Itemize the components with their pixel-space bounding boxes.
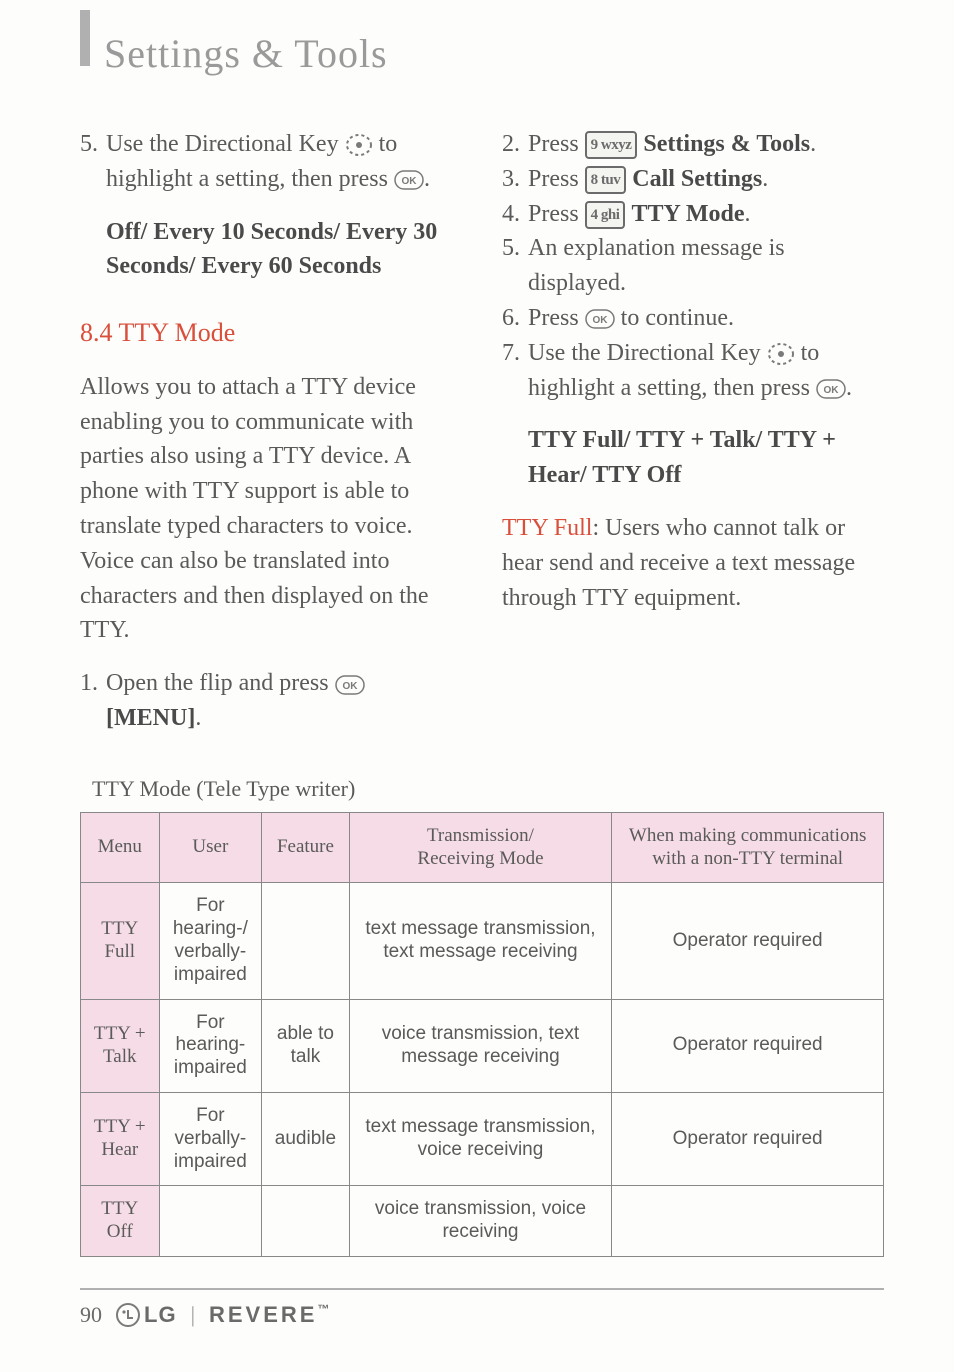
tty-intro-paragraph: Allows you to attach a TTY device enabli… (80, 370, 462, 648)
page-number: 90 (80, 1302, 102, 1328)
tty-mode-table: Menu User Feature Transmission/ Receivin… (80, 812, 884, 1257)
body-text: Press (528, 305, 579, 331)
col-user: User (159, 812, 262, 883)
svg-text:OK: OK (823, 385, 839, 396)
cell-feature (262, 883, 350, 999)
page-title: Settings & Tools (104, 30, 884, 77)
ok-key-icon: OK (585, 309, 615, 329)
section-heading: 8.4 TTY Mode (80, 314, 462, 352)
ok-key-icon: OK (394, 170, 424, 190)
step-number: 6. (502, 301, 520, 336)
period: . (846, 375, 852, 401)
body-text: Open the flip and press (106, 670, 329, 696)
body-text: Press (528, 166, 579, 192)
step-3: 3. Press 8 tuv Call Settings. (502, 162, 884, 197)
period: . (745, 201, 751, 227)
cell-mode: text message transmission, text message … (349, 883, 612, 999)
directional-key-icon (767, 342, 795, 366)
cell-mode: voice transmission, voice receiving (349, 1186, 612, 1257)
options-list: TTY Full/ TTY + Talk/ TTY + Hear/ TTY Of… (528, 423, 884, 493)
ok-key-icon: OK (816, 379, 846, 399)
table-row: TTY Full For hearing-/ verbally- impaire… (81, 883, 884, 999)
options-list: Off/ Every 10 Seconds/ Every 30 Seconds/… (106, 215, 462, 285)
cell-op: Operator required (612, 999, 884, 1092)
right-column: 2. Press 9 wxyz Settings & Tools. 3. Pre… (502, 127, 884, 736)
cell-feature: audible (262, 1093, 350, 1186)
col-feature: Feature (262, 812, 350, 883)
directional-key-icon (345, 133, 373, 157)
key-4-icon: 4 ghi (585, 201, 626, 229)
step-4: 4. Press 4 ghi TTY Mode. (502, 197, 884, 232)
cell-feature (262, 1186, 350, 1257)
period: . (762, 166, 768, 192)
table-row: TTY + Talk For hearing- impaired able to… (81, 999, 884, 1092)
svg-text:OK: OK (401, 176, 417, 187)
period: . (810, 131, 816, 157)
svg-text:OK: OK (592, 315, 608, 326)
body-text: Use the Directional Key (106, 131, 339, 157)
step-2: 2. Press 9 wxyz Settings & Tools. (502, 127, 884, 162)
col-operator: When making communications with a non-TT… (612, 812, 884, 883)
cell-op (612, 1186, 884, 1257)
table-row: TTY + Hear For verbally- impaired audibl… (81, 1093, 884, 1186)
lg-text: LG (144, 1302, 177, 1328)
cell-op: Operator required (612, 883, 884, 999)
tty-full-label: TTY Full (502, 515, 592, 541)
cell-user: For verbally- impaired (159, 1093, 262, 1186)
period: . (195, 705, 201, 731)
body-text: Press (528, 201, 579, 227)
cell-feature: able to talk (262, 999, 350, 1092)
menu-name: Call Settings (632, 166, 762, 192)
step-number: 4. (502, 197, 520, 232)
key-9-icon: 9 wxyz (585, 131, 638, 159)
step-5-left: 5. Use the Directional Key to highlight … (80, 127, 462, 302)
table-row: TTY Off voice transmission, voice receiv… (81, 1186, 884, 1257)
table-header-row: Menu User Feature Transmission/ Receivin… (81, 812, 884, 883)
step-number: 2. (502, 127, 520, 162)
step-1: 1. Open the flip and press OK [MENU]. (80, 666, 462, 736)
body-text: Use the Directional Key (528, 340, 761, 366)
step-number: 5. (80, 127, 98, 302)
header-accent-bar (80, 10, 90, 66)
step-7: 7. Use the Directional Key to highlight … (502, 336, 884, 511)
step-6: 6. Press OK to continue. (502, 301, 884, 336)
period: . (424, 166, 430, 192)
body-text: An explanation message is displayed. (528, 235, 785, 296)
body-text: to continue. (621, 305, 734, 331)
body-text: Press (528, 131, 579, 157)
menu-name: Settings & Tools (643, 131, 810, 157)
left-column: 5. Use the Directional Key to highlight … (80, 127, 462, 736)
page-footer: 90 LG | REVERE™ (80, 1288, 884, 1328)
step-number: 7. (502, 336, 520, 511)
svg-text:OK: OK (342, 681, 358, 692)
menu-label: [MENU] (106, 705, 195, 731)
key-8-icon: 8 tuv (585, 166, 627, 194)
cell-menu: TTY + Talk (81, 999, 160, 1092)
revere-logo: REVERE™ (209, 1302, 332, 1328)
table-caption: TTY Mode (Tele Type writer) (92, 776, 884, 802)
col-mode: Transmission/ Receiving Mode (349, 812, 612, 883)
step-5-right: 5. An explanation message is displayed. (502, 231, 884, 301)
cell-user: For hearing-/ verbally- impaired (159, 883, 262, 999)
two-column-layout: 5. Use the Directional Key to highlight … (80, 127, 884, 736)
cell-user (159, 1186, 262, 1257)
separator: | (191, 1302, 195, 1328)
cell-menu: TTY Full (81, 883, 160, 999)
lg-logo: LG (116, 1302, 177, 1328)
col-menu: Menu (81, 812, 160, 883)
step-number: 3. (502, 162, 520, 197)
tty-full-description: TTY Full: Users who cannot talk or hear … (502, 511, 884, 615)
cell-menu: TTY Off (81, 1186, 160, 1257)
menu-name: TTY Mode (631, 201, 744, 227)
step-number: 5. (502, 231, 520, 301)
cell-menu: TTY + Hear (81, 1093, 160, 1186)
cell-mode: voice transmission, text message receivi… (349, 999, 612, 1092)
cell-mode: text message transmission, voice receivi… (349, 1093, 612, 1186)
ok-key-icon: OK (335, 675, 365, 695)
cell-user: For hearing- impaired (159, 999, 262, 1092)
step-number: 1. (80, 666, 98, 736)
cell-op: Operator required (612, 1093, 884, 1186)
